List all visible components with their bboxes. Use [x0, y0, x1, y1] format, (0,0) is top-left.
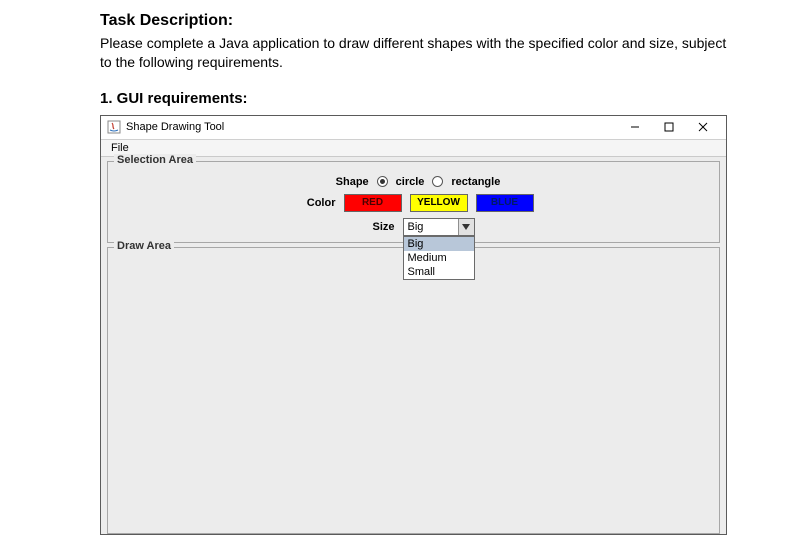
shape-row: Shape circle rectangle	[327, 176, 501, 188]
size-label: Size	[353, 221, 395, 233]
color-button-yellow[interactable]: YELLOW	[410, 194, 468, 212]
radio-rectangle[interactable]	[432, 176, 443, 187]
size-option-big[interactable]: Big	[404, 237, 474, 251]
color-row: Color RED YELLOW BLUE	[294, 194, 534, 212]
maximize-button[interactable]	[652, 116, 686, 138]
menu-file[interactable]: File	[107, 141, 133, 155]
radio-circle[interactable]	[377, 176, 388, 187]
size-row: Size Big Big Medium Small	[353, 218, 475, 236]
window-title: Shape Drawing Tool	[126, 121, 224, 133]
size-selected-value: Big	[404, 219, 458, 235]
size-combobox[interactable]: Big	[403, 218, 475, 236]
minimize-button[interactable]	[618, 116, 652, 138]
color-button-blue[interactable]: BLUE	[476, 194, 534, 212]
shape-label: Shape	[327, 176, 369, 188]
draw-area-panel: Draw Area	[107, 247, 720, 534]
selection-area-panel: Selection Area Shape circle rectangle Co…	[107, 161, 720, 243]
gui-requirements-heading: 1. GUI requirements:	[100, 90, 727, 107]
task-description: Please complete a Java application to dr…	[100, 34, 727, 72]
radio-circle-label: circle	[396, 176, 425, 188]
titlebar: Shape Drawing Tool	[101, 116, 726, 140]
draw-area-legend: Draw Area	[114, 240, 174, 252]
chevron-down-icon[interactable]	[458, 219, 474, 235]
close-button[interactable]	[686, 116, 720, 138]
java-app-icon	[107, 120, 121, 134]
color-button-red[interactable]: RED	[344, 194, 402, 212]
selection-area-legend: Selection Area	[114, 154, 196, 166]
size-option-small[interactable]: Small	[404, 265, 474, 279]
size-option-medium[interactable]: Medium	[404, 251, 474, 265]
task-heading: Task Description:	[100, 12, 727, 30]
color-label: Color	[294, 197, 336, 209]
size-dropdown-list: Big Medium Small	[403, 236, 475, 280]
radio-rectangle-label: rectangle	[451, 176, 500, 188]
app-window: Shape Drawing Tool File Selection Area S…	[100, 115, 727, 535]
